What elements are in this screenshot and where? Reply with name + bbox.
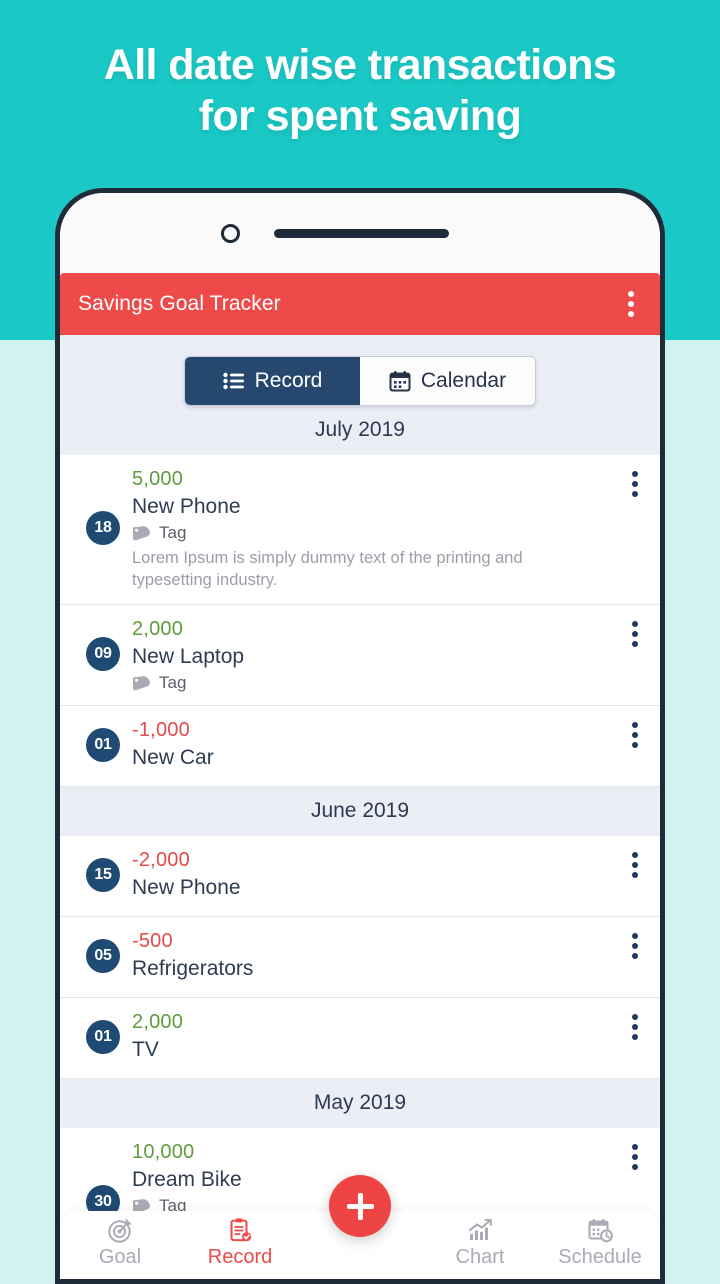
- transaction-row[interactable]: 01 -1,000 New Car: [60, 706, 660, 788]
- transaction-title: TV: [132, 1038, 159, 1062]
- calendar-clock-icon: [587, 1217, 614, 1244]
- transaction-amount: 2,000: [132, 1011, 184, 1034]
- trending-chart-icon: [467, 1217, 494, 1244]
- day-badge: 05: [86, 939, 120, 974]
- tab-calendar[interactable]: Calendar: [360, 357, 535, 405]
- transaction-tag-label: Tag: [159, 523, 187, 543]
- calendar-icon: [389, 370, 411, 392]
- transaction-row[interactable]: 18 5,000 New Phone Tag Lorem Ipsum is simply…: [60, 455, 660, 605]
- transaction-tag-label: Tag: [159, 673, 187, 693]
- phone-bezel-top: [60, 193, 660, 273]
- target-icon: [107, 1217, 134, 1244]
- nav-item-label: Goal: [98, 1246, 142, 1268]
- view-switcher: Record Calendar: [184, 356, 536, 406]
- month-header: June 2019: [60, 787, 660, 837]
- transaction-row[interactable]: 01 2,000 TV: [60, 998, 660, 1080]
- nav-item-chart[interactable]: Chart: [420, 1211, 540, 1269]
- tag-icon: [132, 675, 152, 691]
- app-bar: Savings Goal Tracker: [60, 273, 660, 335]
- day-badge: 15: [86, 858, 120, 893]
- month-transactions: 18 5,000 New Phone Tag Lorem Ipsum is simply…: [60, 455, 660, 788]
- day-badge: 18: [86, 511, 120, 546]
- transaction-body: -1,000 New Car: [132, 716, 640, 771]
- month-transactions: 15 -2,000 New Phone 05 -500 Refrigerators 01 2,…: [60, 836, 660, 1080]
- transaction-amount: -2,000: [132, 849, 190, 872]
- month-header: July 2019: [60, 406, 660, 455]
- transaction-amount: -1,000: [132, 719, 190, 742]
- transaction-title: New Phone: [132, 876, 241, 900]
- tab-calendar-label: Calendar: [420, 369, 507, 392]
- transaction-body: 2,000 TV: [132, 1008, 640, 1063]
- transaction-title: New Laptop: [132, 644, 245, 668]
- nav-item-record[interactable]: Record: [180, 1211, 300, 1269]
- transaction-overflow-icon[interactable]: [628, 929, 642, 963]
- nav-item-schedule[interactable]: Schedule: [540, 1211, 660, 1269]
- nav-item-label: Record: [207, 1246, 273, 1268]
- promo-headline-line1: All date wise transactions: [103, 41, 617, 89]
- month-header: May 2019: [60, 1079, 660, 1129]
- day-badge-wrap: 18: [74, 511, 132, 546]
- tab-record-label: Record: [254, 369, 323, 392]
- transaction-overflow-icon[interactable]: [628, 467, 642, 501]
- front-camera-icon: [221, 224, 240, 243]
- transaction-amount: -500: [132, 930, 173, 953]
- view-switcher-container: Record Calendar: [60, 335, 660, 406]
- transaction-overflow-icon[interactable]: [628, 718, 642, 752]
- app-title: Savings Goal Tracker: [78, 292, 281, 315]
- nav-item-label: Schedule: [558, 1246, 642, 1268]
- tag-icon: [132, 525, 152, 541]
- transaction-overflow-icon[interactable]: [628, 848, 642, 882]
- transaction-overflow-icon[interactable]: [628, 617, 642, 651]
- transaction-title: New Car: [132, 746, 214, 770]
- nav-item-goal[interactable]: Goal: [60, 1211, 180, 1269]
- transaction-list[interactable]: July 2019 18 5,000 New Phone Tag Lorem Ipsum …: [60, 406, 660, 1278]
- transaction-amount: 10,000: [132, 1141, 195, 1164]
- transaction-title: New Phone: [132, 495, 241, 518]
- transaction-title: Refrigerators: [132, 957, 254, 981]
- transaction-description: Lorem Ipsum is simply dummy text of the …: [132, 549, 523, 590]
- transaction-body: -2,000 New Phone: [132, 846, 640, 901]
- day-badge: 09: [86, 636, 120, 671]
- transaction-body: 5,000 New Phone Tag Lorem Ipsum is simply d…: [132, 465, 640, 592]
- earpiece-speaker: [274, 229, 449, 238]
- transaction-tag: Tag: [132, 523, 640, 543]
- phone-mockup: Savings Goal Tracker Record Calendar Jul…: [55, 188, 665, 1284]
- day-badge: 01: [86, 728, 120, 763]
- clipboard-check-icon: [227, 1217, 254, 1244]
- transaction-amount: 2,000: [132, 617, 184, 640]
- day-badge-wrap: 05: [74, 939, 132, 974]
- transaction-overflow-icon[interactable]: [628, 1010, 642, 1044]
- nav-item-label: Chart: [455, 1246, 505, 1268]
- bottom-bar-area: GoalRecord.ChartSchedule: [60, 1175, 660, 1279]
- add-record-fab[interactable]: [329, 1175, 391, 1237]
- transaction-body: 2,000 New Laptop Tag: [132, 615, 640, 693]
- promo-headline-line2: for spent saving: [198, 91, 522, 140]
- list-icon: [222, 372, 245, 390]
- transaction-row[interactable]: 15 -2,000 New Phone: [60, 836, 660, 918]
- transaction-body: -500 Refrigerators: [132, 927, 640, 982]
- day-badge-wrap: 01: [74, 728, 132, 763]
- day-badge-wrap: 01: [74, 1020, 132, 1055]
- transaction-amount: 5,000: [132, 468, 184, 490]
- day-badge: 01: [86, 1020, 120, 1055]
- day-badge-wrap: 15: [74, 858, 132, 893]
- promo-headline: All date wise transactions for spent sav…: [0, 40, 720, 141]
- overflow-menu-icon[interactable]: [624, 285, 638, 323]
- transaction-row[interactable]: 05 -500 Refrigerators: [60, 917, 660, 999]
- transaction-overflow-icon[interactable]: [628, 1140, 642, 1174]
- transaction-tag: Tag: [132, 673, 640, 693]
- day-badge-wrap: 09: [74, 636, 132, 671]
- transaction-row[interactable]: 09 2,000 New Laptop Tag: [60, 604, 660, 707]
- tab-record[interactable]: Record: [185, 357, 360, 405]
